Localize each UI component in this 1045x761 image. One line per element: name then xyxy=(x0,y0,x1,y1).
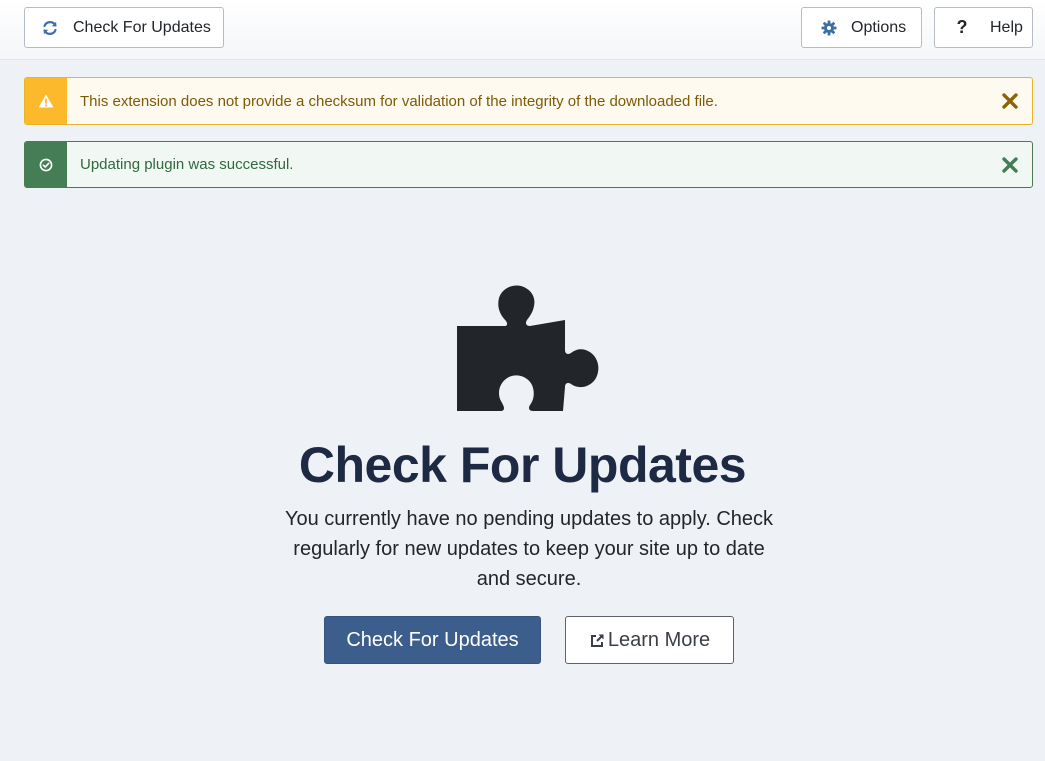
check-for-updates-toolbar-button[interactable]: Check For Updates xyxy=(24,7,224,48)
puzzle-piece-icon xyxy=(455,284,601,412)
check-for-updates-toolbar-label: Check For Updates xyxy=(73,18,211,36)
help-label: Help xyxy=(990,18,1023,36)
empty-state-description: You currently have no pending updates to… xyxy=(284,508,774,590)
close-icon xyxy=(1002,156,1018,173)
close-icon xyxy=(1002,93,1018,109)
options-label: Options xyxy=(851,18,907,36)
warning-close-button[interactable] xyxy=(988,78,1032,124)
help-button[interactable]: ? Help xyxy=(934,7,1033,48)
question-icon: ? xyxy=(956,17,968,37)
toolbar: Check For Updates Options ? Help xyxy=(0,0,1045,60)
success-close-button[interactable] xyxy=(988,142,1032,187)
sync-icon xyxy=(41,19,59,37)
warning-message: This extension does not provide a checks… xyxy=(80,92,718,110)
options-button[interactable]: Options xyxy=(801,7,922,48)
success-alert: Updating plugin was successful. xyxy=(24,141,1033,188)
empty-state-title: Check For Updates xyxy=(298,437,747,493)
learn-more-label: Learn More xyxy=(607,628,711,651)
warning-icon xyxy=(25,78,67,124)
check-circle-icon xyxy=(25,142,67,187)
gear-icon xyxy=(820,19,838,37)
check-for-updates-button[interactable]: Check For Updates xyxy=(324,616,541,664)
external-link-icon xyxy=(589,633,605,649)
learn-more-button[interactable]: Learn More xyxy=(565,616,734,664)
success-message: Updating plugin was successful. xyxy=(80,156,294,173)
warning-alert: This extension does not provide a checks… xyxy=(24,77,1033,125)
